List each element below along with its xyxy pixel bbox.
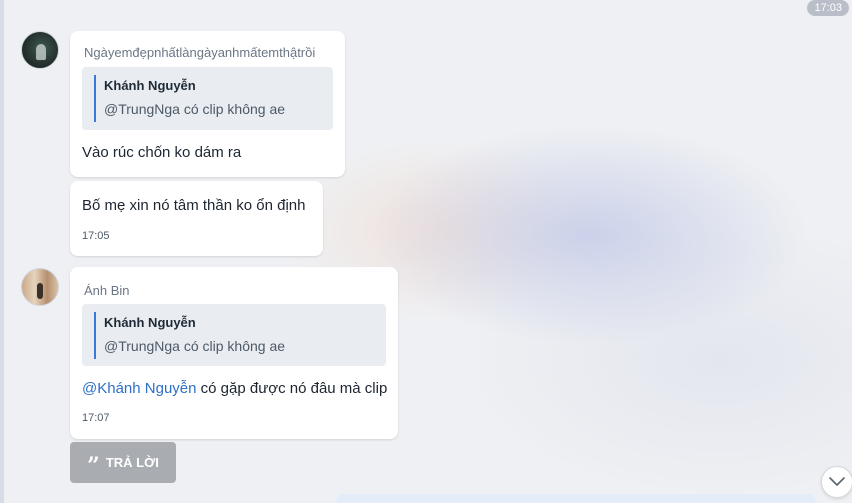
message-bubble[interactable]: Ngàyemđẹpnhấtlàngàyanhmấtemthậtrồi Khánh…: [70, 31, 345, 177]
time-separator: 17:03: [807, 0, 849, 16]
quote-icon: ”: [87, 452, 100, 479]
left-panel-edge: [0, 0, 4, 503]
message-bubble[interactable]: Bố mẹ xin nó tâm thần ko ổn định 17:05: [70, 181, 323, 256]
sender-name[interactable]: Ngàyemđẹpnhấtlàngàyanhmấtemthậtrồi: [84, 45, 315, 60]
quote-author: Khánh Nguyễn: [104, 315, 196, 330]
quote-bar: [94, 75, 96, 122]
avatar[interactable]: [21, 268, 59, 306]
message-bubble[interactable]: Ánh Bin Khánh Nguyễn @TrungNga có clip k…: [70, 267, 398, 439]
quoted-message[interactable]: Khánh Nguyễn @TrungNga có clip không ae: [82, 67, 333, 130]
quoted-message[interactable]: Khánh Nguyễn @TrungNga có clip không ae: [82, 304, 386, 366]
reply-button-label: TRẢ LỜI: [105, 455, 159, 470]
message-text: Bố mẹ xin nó tâm thần ko ổn định: [82, 197, 306, 214]
message-text: Vào rúc chốn ko dám ra: [82, 144, 242, 161]
reply-button[interactable]: ” TRẢ LỜI: [70, 442, 176, 483]
avatar-image: [37, 283, 43, 299]
message-text-body: có gặp được nó đâu mà clip: [196, 380, 388, 397]
avatar[interactable]: [21, 31, 59, 69]
message-time: 17:05: [82, 230, 110, 242]
quote-author: Khánh Nguyễn: [104, 78, 196, 93]
quote-text: @TrungNga có clip không ae: [104, 101, 286, 117]
sender-name[interactable]: Ánh Bin: [84, 283, 130, 298]
mention-link[interactable]: @Khánh Nguyễn: [82, 380, 196, 397]
message-time: 17:07: [82, 412, 110, 424]
chevron-down-icon: [829, 477, 845, 486]
avatar-image: [36, 44, 46, 60]
next-message-bubble: [336, 494, 816, 503]
message-text: @Khánh Nguyễn có gặp được nó đâu mà clip: [82, 380, 387, 397]
quote-text: @TrungNga có clip không ae: [104, 338, 286, 354]
scroll-to-bottom-button[interactable]: [821, 466, 852, 498]
quote-bar: [94, 312, 96, 359]
